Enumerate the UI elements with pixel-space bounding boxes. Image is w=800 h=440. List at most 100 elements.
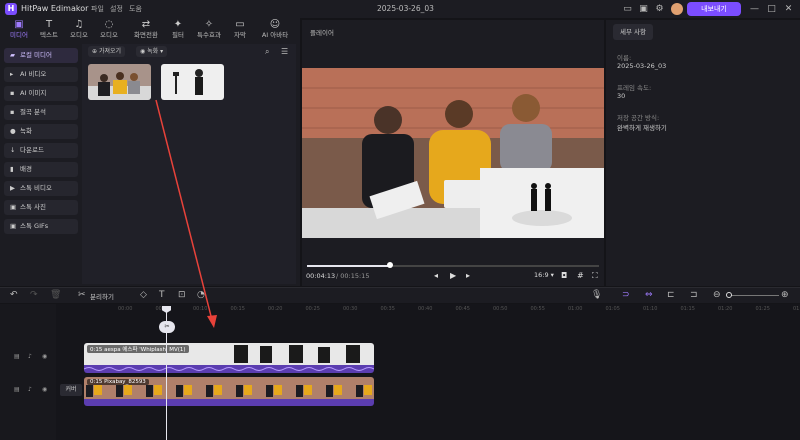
ruler-tick: 01:10 [643, 306, 658, 312]
delete-icon[interactable]: 🗑 [50, 290, 61, 300]
avatar[interactable] [671, 3, 683, 15]
mask-icon[interactable]: ◇ [140, 290, 147, 300]
tab-audio-2[interactable]: ◌ 오디오 [94, 19, 124, 41]
microphone-icon[interactable]: 🎙 [591, 290, 602, 300]
framerate-label: 프레임 속도: [617, 84, 652, 92]
sidebar-item-ai-video[interactable]: ▸ AI 비디오 [4, 67, 78, 82]
split-label[interactable]: 분리하기 [90, 291, 114, 301]
tab-media[interactable]: ▣ 미디어 [4, 19, 34, 41]
track-visibility-icon[interactable]: ◉ [42, 353, 47, 360]
import-button[interactable]: ⊕ 가져오기 [88, 46, 126, 57]
sidebar-item-label: 스톡 사진 [20, 203, 46, 211]
tab-subtitle[interactable]: ▭ 자막 [225, 19, 255, 41]
sidebar-item-stock-gifs[interactable]: ▣ 스톡 GIFs [4, 219, 78, 234]
next-frame-icon[interactable]: ▸ [466, 271, 470, 280]
tab-details[interactable]: 세부 사항 [613, 24, 653, 40]
import-label: 가져오기 [98, 48, 122, 55]
zoom-in-icon[interactable]: ⊕ [781, 290, 789, 300]
audio-wave-icon: ◌ [104, 19, 114, 30]
magnet-icon[interactable]: ⊃ [622, 290, 630, 300]
menu-settings[interactable]: 설정 [110, 4, 123, 14]
sidebar-item-download[interactable]: ↓ 다운로드 [4, 143, 78, 158]
text-tool-icon[interactable]: T [159, 290, 165, 300]
clip-name: 0:15 Pixabay_82593 [87, 379, 149, 385]
sidebar-item-ai-image[interactable]: ▪ AI 이미지 [4, 86, 78, 101]
aspect-ratio-select[interactable]: 16:9 ▾ [534, 271, 554, 279]
preview-video[interactable] [302, 68, 604, 238]
close-icon[interactable]: ✕ [783, 4, 794, 14]
record-icon: ● [10, 127, 16, 135]
menu-help[interactable]: 도움 [129, 4, 142, 14]
track-mute-icon[interactable]: ♪ [28, 353, 32, 360]
grid-icon[interactable]: # [577, 271, 584, 280]
app-logo-icon: H [5, 3, 17, 15]
sidebar-item-stock-video[interactable]: ▶ 스톡 비디오 [4, 181, 78, 196]
tab-label: 필터 [172, 31, 184, 39]
minimize-icon[interactable]: — [749, 4, 760, 14]
crop-icon[interactable]: ⊡ [178, 290, 186, 300]
stock-video-icon: ▶ [10, 184, 15, 192]
dance-thumbnail-image [161, 64, 224, 100]
media-thumb-dance[interactable] [161, 64, 224, 100]
track-lock-icon[interactable]: ▤ [14, 353, 20, 360]
record-label: 녹화 [147, 48, 159, 55]
save-icon[interactable]: ▣ [638, 4, 649, 14]
ruler-tick: 01:05 [605, 306, 620, 312]
app-name: HitPaw Edimakor [21, 4, 89, 13]
track-icon[interactable]: ⊐ [690, 290, 698, 300]
play-icon[interactable]: ▶ [450, 271, 456, 280]
tab-effects[interactable]: ✧ 특수효과 [192, 19, 226, 41]
tab-label: 오디오 [70, 31, 88, 39]
background-icon: ▮ [10, 165, 14, 173]
speed-icon[interactable]: ◔ [197, 290, 205, 300]
tab-text[interactable]: T 텍스트 [34, 19, 64, 41]
settings-icon[interactable]: ⚙ [654, 4, 665, 14]
filter-icon: ✦ [173, 19, 183, 30]
playhead-split-handle[interactable]: ✂ [159, 321, 175, 333]
track-lock-icon[interactable]: ▤ [14, 386, 20, 393]
folder-icon: ▰ [10, 51, 15, 59]
cover-label: 커버 [65, 386, 77, 393]
link-icon[interactable]: ⇔ [645, 290, 653, 300]
layout-icon[interactable]: ▭ [622, 4, 633, 14]
export-button[interactable]: 내보내기 [687, 2, 741, 16]
cover-button[interactable]: 커버 [60, 384, 82, 396]
gif-icon: ▣ [10, 222, 17, 230]
video-clip-pixabay[interactable]: 0:15 Pixabay_82593 [84, 377, 374, 406]
chevron-down-icon: ▾ [158, 48, 164, 55]
sidebar-item-background[interactable]: ▮ 배경 [4, 162, 78, 177]
video-clip-aespa[interactable]: 0:15 aespa 에스파 'Whiplash' MV(1) [84, 343, 374, 373]
ruler-tick: 01:25 [755, 306, 770, 312]
tab-ai-avatar[interactable]: ☺ AI 아바타 [255, 19, 295, 41]
sidebar-item-record[interactable]: ● 녹화 [4, 124, 78, 139]
media-thumb-office[interactable] [88, 64, 151, 100]
undo-icon[interactable]: ↶ [10, 290, 18, 300]
menu-file[interactable]: 파일 [91, 4, 104, 14]
progress-knob[interactable] [387, 262, 393, 268]
zoom-slider[interactable] [729, 295, 779, 296]
track-visibility-icon[interactable]: ◉ [42, 386, 47, 393]
sidebar-item-label: 다운로드 [20, 146, 44, 154]
zoom-knob[interactable] [726, 292, 732, 298]
sidebar-item-stock-photo[interactable]: ▣ 스톡 사진 [4, 200, 78, 215]
list-view-icon[interactable]: ☰ [281, 47, 288, 56]
text-icon: T [45, 19, 53, 30]
fullscreen-icon[interactable]: ⛶ [592, 271, 598, 281]
sidebar-item-label: 스톡 GIFs [20, 222, 49, 230]
stock-photo-icon: ▣ [10, 203, 17, 211]
redo-icon[interactable]: ↷ [30, 290, 38, 300]
search-icon[interactable]: ⌕ [265, 47, 269, 57]
record-dropdown[interactable]: ◉ 녹화 ▾ [136, 46, 168, 57]
sidebar-item-local-media[interactable]: ▰ 로컬 미디어 [4, 48, 78, 63]
tab-transition[interactable]: ⇄ 화면전환 [128, 19, 164, 41]
snap-icon[interactable]: ⊏ [667, 290, 675, 300]
tab-filter[interactable]: ✦ 필터 [163, 19, 193, 41]
prev-frame-icon[interactable]: ◂ [434, 271, 438, 280]
snapshot-icon[interactable]: ◘ [561, 271, 567, 280]
sidebar-item-analysis[interactable]: ▪ 절곡 분석 [4, 105, 78, 120]
zoom-out-icon[interactable]: ⊖ [713, 290, 721, 300]
tab-audio[interactable]: ♫ 오디오 [64, 19, 94, 41]
track-mute-icon[interactable]: ♪ [28, 386, 32, 393]
maximize-icon[interactable]: □ [766, 4, 777, 14]
split-icon[interactable]: ✂ [78, 290, 86, 300]
